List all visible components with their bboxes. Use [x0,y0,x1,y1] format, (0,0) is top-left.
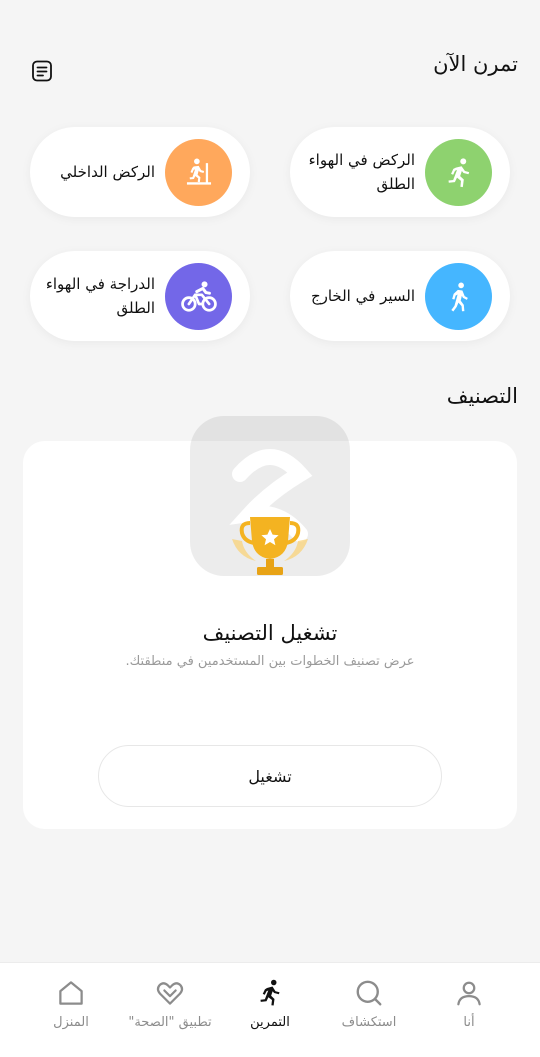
nav-item-health[interactable]: تطبيق "الصحة" [120,977,220,1047]
page-title: تمرن الآن [433,52,518,76]
nav-label: تطبيق "الصحة" [128,1015,212,1030]
bottom-nav: أنا استكشاف التمرين تطبيق "الصحة" المنزل [0,962,540,1057]
ranking-section-title: التصنيف [446,384,518,408]
home-icon [59,981,83,1005]
walk-icon-bg [425,263,492,330]
workout-outdoor-cycling[interactable]: الدراجة في الهواء الطلق [30,251,250,341]
document-list-icon [32,60,52,82]
workout-indoor-run[interactable]: الركض الداخلي [30,127,250,217]
nav-label: التمرين [250,1015,290,1030]
walk-icon [450,282,468,311]
header: تمرن الآن [22,52,518,92]
person-icon [457,981,481,1006]
ranking-card: تشغيل التصنيف عرض تصنيف الخطوات بين المس… [23,416,517,829]
workout-label: السير في الخارج [310,287,415,305]
ranking-title: تشغيل التصنيف [202,621,338,645]
heart-icon [156,982,184,1005]
nav-item-exercise[interactable]: التمرين [220,977,320,1047]
workout-outdoor-walk[interactable]: السير في الخارج [290,251,510,341]
run-ranking-button[interactable]: تشغيل [98,745,442,807]
bike-icon [180,280,217,312]
nav-item-explore[interactable]: استكشاف [319,977,419,1047]
outdoor-run-icon [448,157,469,187]
nav-label: المنزل [53,1015,89,1030]
nav-label: أنا [463,1015,475,1030]
nav-item-me[interactable]: أنا [419,977,519,1047]
nav-item-home[interactable]: المنزل [21,977,121,1047]
workout-outdoor-run[interactable]: الركض في الهواء الطلق [290,127,510,217]
nav-label: استكشاف [341,1015,397,1030]
ranking-description: عرض تصنيف الخطوات بين المستخدمين في منطق… [125,654,415,669]
outdoor-run-icon-bg [425,139,492,206]
workout-label: الدراجة في الهواء الطلق [45,275,155,317]
bike-icon-bg [165,263,232,330]
workout-label: الركض في الهواء الطلق [308,151,415,193]
search-icon [356,980,382,1006]
workout-label: الركض الداخلي [60,163,155,181]
records-button[interactable] [29,58,55,84]
treadmill-icon [186,158,211,185]
treadmill-icon-bg [165,139,232,206]
trophy-icon [232,517,308,575]
running-icon [260,979,280,1006]
